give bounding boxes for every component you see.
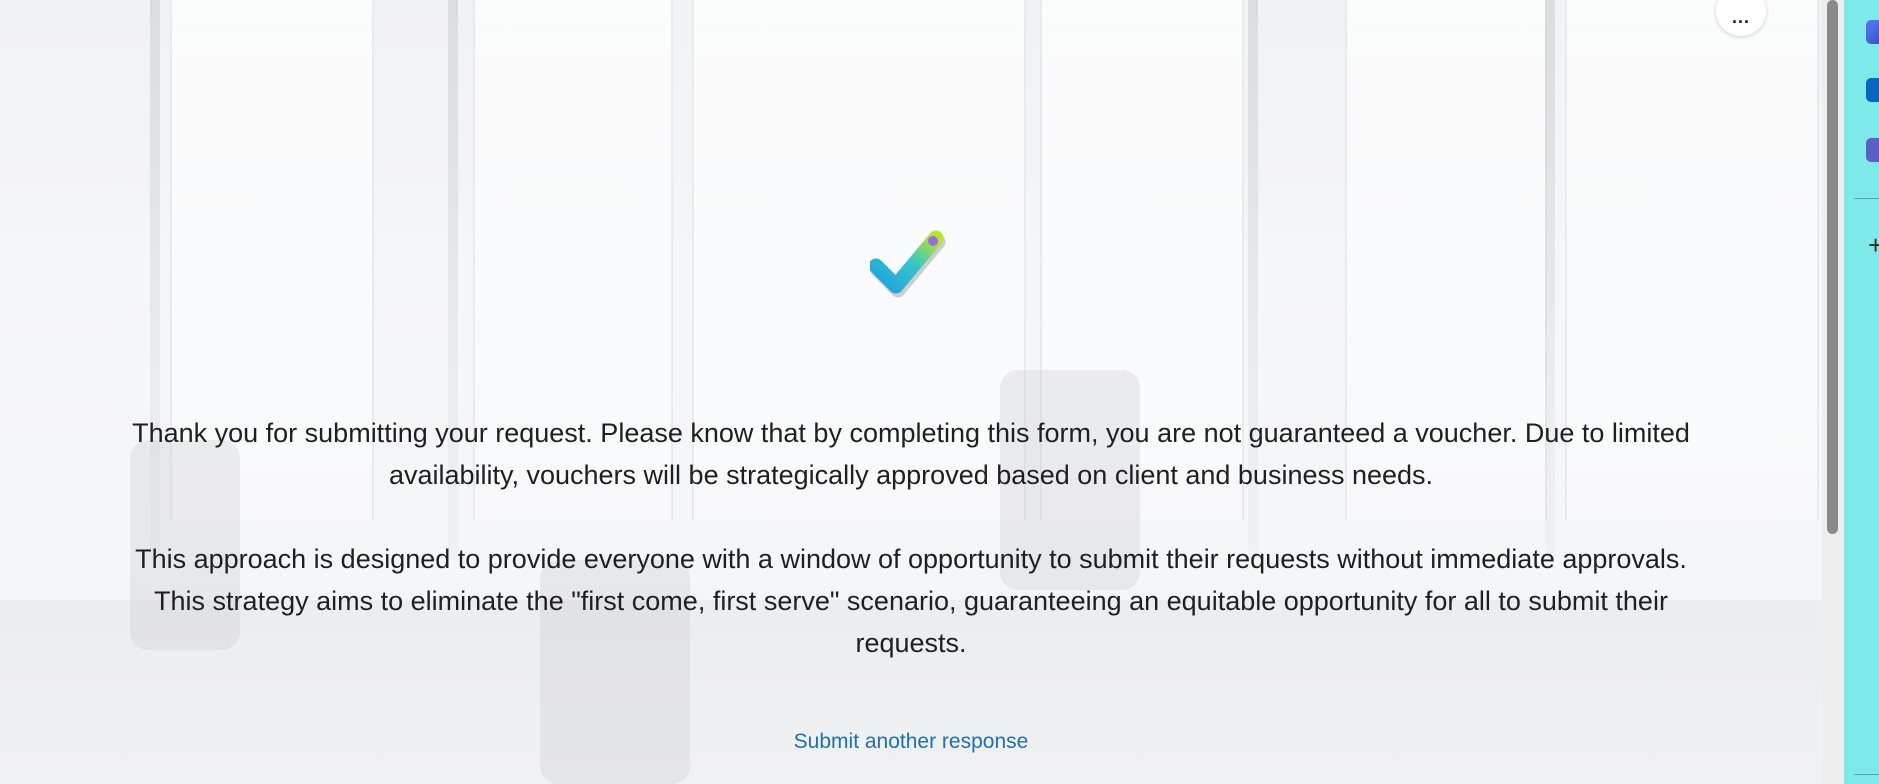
submit-another-response-label[interactable]: Submit another response: [794, 730, 1029, 753]
confirmation-message-paragraph-2: This approach is designed to provide eve…: [0, 538, 1822, 664]
confirmation-message-paragraph-1: Thank you for submitting your request. P…: [0, 412, 1822, 496]
confirmation-message-line: requests.: [855, 628, 967, 658]
checkmark-icon: [870, 230, 946, 298]
confirmation-message-line: availability, vouchers will be strategic…: [388, 460, 1434, 490]
form-page: ... Thank you for submitting your reques…: [0, 0, 1822, 784]
outlook-icon[interactable]: [1866, 78, 1879, 102]
confirmation-message-line: This strategy aims to eliminate the "fir…: [154, 586, 1668, 616]
scrollbar-thumb[interactable]: [1827, 0, 1838, 534]
add-icon[interactable]: +: [1868, 232, 1879, 258]
confirmation-message-line: This approach is designed to provide eve…: [135, 544, 1687, 574]
side-rail-divider: [1854, 774, 1879, 775]
copilot-icon[interactable]: [1866, 20, 1879, 44]
submit-another-response-link[interactable]: Submit another response: [0, 730, 1822, 754]
side-rail-divider: [1854, 198, 1879, 199]
page-scrollbar[interactable]: [1822, 0, 1844, 784]
confirmation-message-line: Thank you for submitting your request. P…: [132, 418, 1690, 448]
teams-icon[interactable]: [1866, 138, 1879, 162]
browser-side-rail: +: [1844, 0, 1879, 784]
more-options-icon: ...: [1731, 6, 1750, 27]
